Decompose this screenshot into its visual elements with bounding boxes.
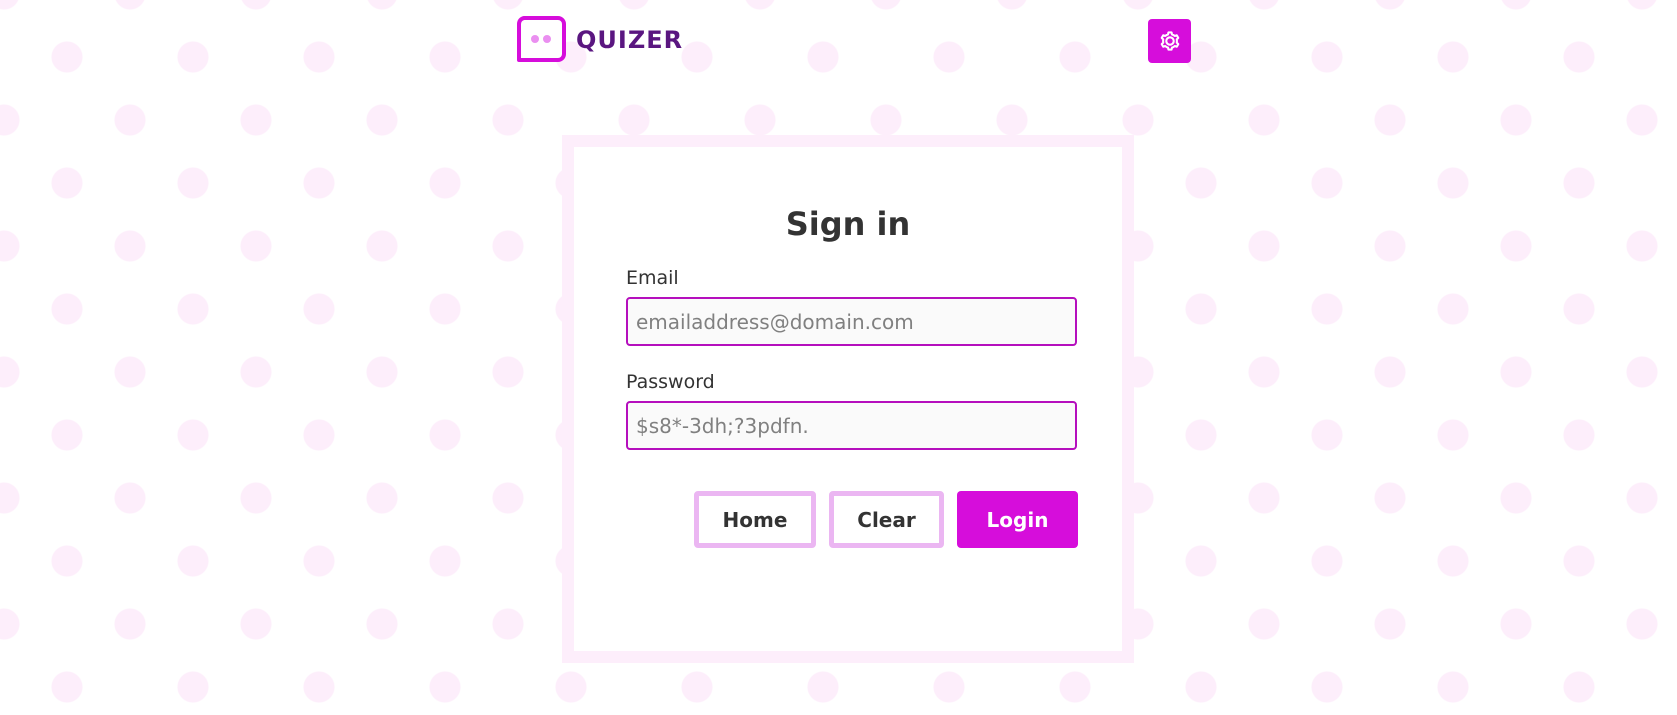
home-button[interactable]: Home (694, 491, 816, 548)
settings-button[interactable] (1148, 19, 1191, 63)
login-button[interactable]: Login (957, 491, 1078, 548)
email-field[interactable] (626, 297, 1077, 346)
email-label: Email (626, 267, 679, 289)
password-label: Password (626, 371, 715, 393)
logo[interactable]: QUIZER (516, 16, 683, 64)
sign-in-card: Sign in Email Password Home Clear Login (562, 135, 1134, 663)
app-name: QUIZER (576, 26, 684, 54)
password-field[interactable] (626, 401, 1077, 450)
gear-icon (1160, 31, 1179, 51)
chat-bubble-icon (517, 16, 566, 62)
page-title: Sign in (785, 205, 911, 243)
clear-button[interactable]: Clear (829, 491, 944, 548)
